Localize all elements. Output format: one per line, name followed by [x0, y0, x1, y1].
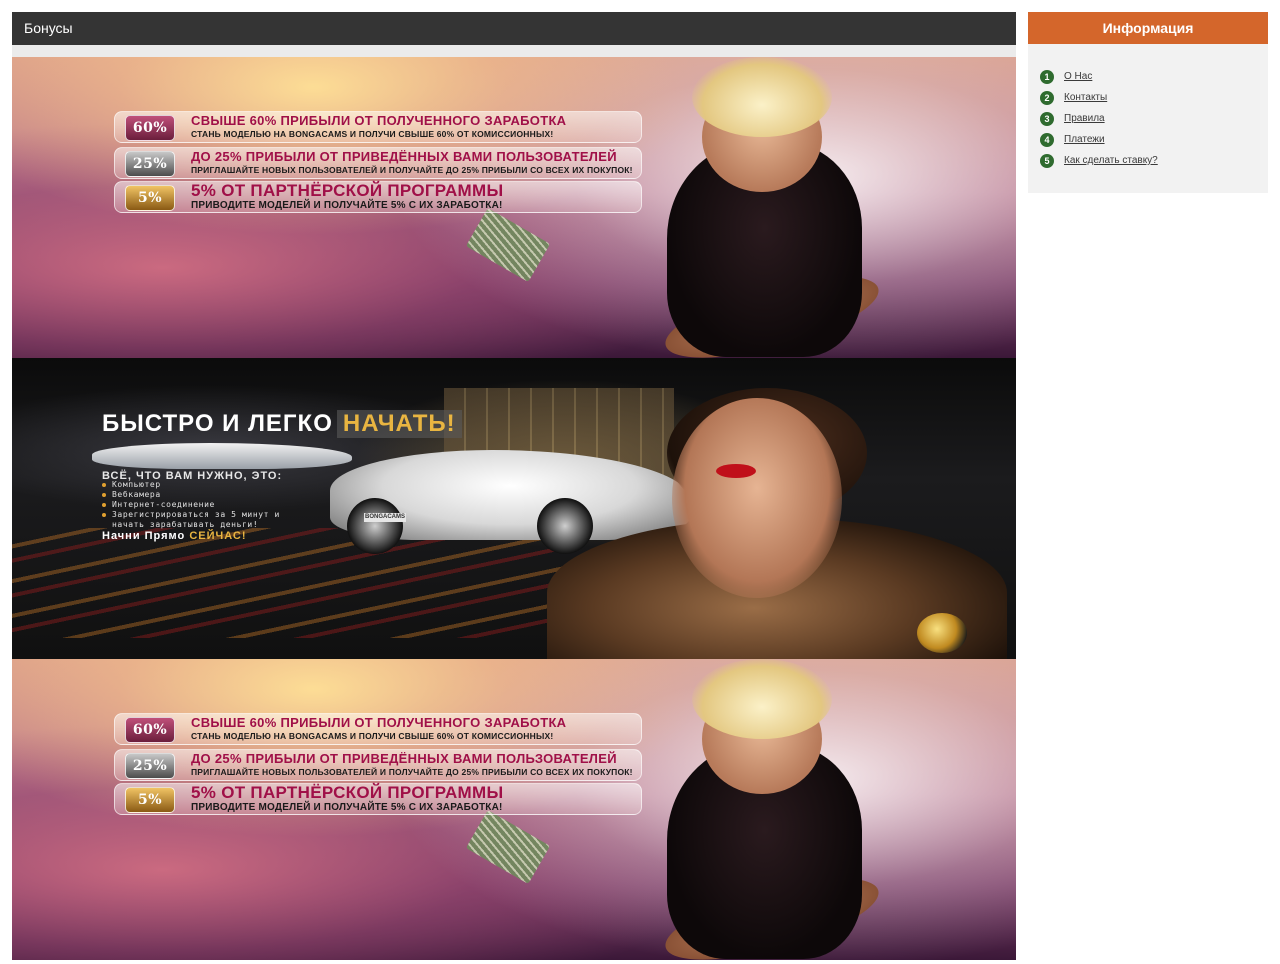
sidebar-item-about[interactable]: 1 О Нас [1040, 68, 1256, 85]
info-sidebar: Информация 1 О Нас 2 Контакты 3 Правила … [1028, 12, 1268, 193]
promo-row-title: СВЫШЕ 60% ПРИБЫЛИ ОТ ПОЛУЧЕННОГО ЗАРАБОТ… [191, 715, 567, 730]
sidebar-item-contacts[interactable]: 2 Контакты [1040, 89, 1256, 106]
model-image-hair [692, 659, 832, 739]
promo-row: 25% ДО 25% ПРИБЫЛИ ОТ ПРИВЕДЁННЫХ ВАМИ П… [114, 749, 642, 781]
start-cta-accent: СЕЙЧАС! [189, 530, 247, 542]
promo-row: 5% 5% ОТ ПАРТНЁРСКОЙ ПРОГРАММЫ ПРИВОДИТЕ… [114, 783, 642, 815]
promo-row-title: 5% ОТ ПАРТНЁРСКОЙ ПРОГРАММЫ [191, 783, 504, 802]
webcam-logo-icon [917, 613, 967, 653]
info-list: 1 О Нас 2 Контакты 3 Правила 4 Платежи 5… [1040, 68, 1256, 169]
jet-image [92, 443, 352, 469]
start-banner[interactable]: BONGACAMS БЫСТРО И ЛЕГКО НАЧАТЬ! ВСЁ, ЧТО… [12, 358, 1016, 659]
lady-image-lips [716, 464, 756, 478]
percent-badge: 60% [125, 115, 175, 141]
start-cta-main: Начни Прямо [102, 530, 186, 542]
main-column: Бонусы 60% СВЫШЕ 60% ПРИБЫЛИ ОТ ПОЛУЧЕНН… [12, 12, 1016, 960]
percent-badge: 25% [125, 151, 175, 177]
sidebar-link[interactable]: О Нас [1064, 71, 1092, 82]
header-divider [12, 45, 1016, 57]
sidebar-item-payments[interactable]: 4 Платежи [1040, 131, 1256, 148]
list-item: Интернет-соединение [100, 500, 280, 510]
promo-banner[interactable]: 60% СВЫШЕ 60% ПРИБЫЛИ ОТ ПОЛУЧЕННОГО ЗАР… [12, 659, 1016, 960]
requirements-list: Компьютер Вебкамера Интернет-соединение … [100, 480, 280, 530]
car-plate: BONGACAMS [364, 513, 406, 522]
promo-row-subtitle: ПРИВОДИТЕ МОДЕЛЕЙ И ПОЛУЧАЙТЕ 5% С ИХ ЗА… [191, 200, 503, 211]
sidebar-body: 1 О Нас 2 Контакты 3 Правила 4 Платежи 5… [1028, 44, 1268, 193]
promo-row-title: ДО 25% ПРИБЫЛИ ОТ ПРИВЕДЁННЫХ ВАМИ ПОЛЬЗ… [191, 751, 617, 766]
promo-row-title: СВЫШЕ 60% ПРИБЫЛИ ОТ ПОЛУЧЕННОГО ЗАРАБОТ… [191, 113, 567, 128]
promo-row: 60% СВЫШЕ 60% ПРИБЫЛИ ОТ ПОЛУЧЕННОГО ЗАР… [114, 713, 642, 745]
percent-badge: 25% [125, 753, 175, 779]
sidebar-link[interactable]: Как сделать ставку? [1064, 155, 1158, 166]
promo-row: 5% 5% ОТ ПАРТНЁРСКОЙ ПРОГРАММЫ ПРИВОДИТЕ… [114, 181, 642, 213]
list-item: Вебкамера [100, 490, 280, 500]
sidebar-link[interactable]: Платежи [1064, 134, 1105, 145]
number-bullet-icon: 5 [1040, 153, 1054, 168]
promo-row: 60% СВЫШЕ 60% ПРИБЫЛИ ОТ ПОЛУЧЕННОГО ЗАР… [114, 111, 642, 143]
sidebar-link[interactable]: Правила [1064, 113, 1105, 124]
car-wheel-image [537, 498, 593, 554]
model-image-hair [692, 57, 832, 137]
promo-row-subtitle: ПРИГЛАШАЙТЕ НОВЫХ ПОЛЬЗОВАТЕЛЕЙ И ПОЛУЧА… [191, 767, 633, 777]
percent-badge: 5% [125, 185, 175, 211]
list-item: Зарегистрироваться за 5 минут и [100, 510, 280, 520]
section-title: Бонусы [12, 12, 1016, 45]
list-item: Компьютер [100, 480, 280, 490]
start-title-main: БЫСТРО И ЛЕГКО [102, 410, 333, 437]
number-bullet-icon: 3 [1040, 111, 1054, 126]
sidebar-item-how-to-bet[interactable]: 5 Как сделать ставку? [1040, 152, 1256, 169]
promo-row-title: 5% ОТ ПАРТНЁРСКОЙ ПРОГРАММЫ [191, 181, 504, 200]
runway-stripes [12, 528, 572, 638]
promo-row-title: ДО 25% ПРИБЫЛИ ОТ ПРИВЕДЁННЫХ ВАМИ ПОЛЬЗ… [191, 149, 617, 164]
percent-badge: 60% [125, 717, 175, 743]
number-bullet-icon: 4 [1040, 132, 1054, 147]
promo-row-subtitle: СТАНЬ МОДЕЛЬЮ НА BONGACAMS И ПОЛУЧИ СВЫШ… [191, 731, 554, 741]
promo-row-subtitle: ПРИГЛАШАЙТЕ НОВЫХ ПОЛЬЗОВАТЕЛЕЙ И ПОЛУЧА… [191, 165, 633, 175]
sidebar-link[interactable]: Контакты [1064, 92, 1107, 103]
percent-badge: 5% [125, 787, 175, 813]
promo-row-subtitle: СТАНЬ МОДЕЛЬЮ НА BONGACAMS И ПОЛУЧИ СВЫШ… [191, 129, 554, 139]
promo-row: 25% ДО 25% ПРИБЫЛИ ОТ ПРИВЕДЁННЫХ ВАМИ П… [114, 147, 642, 179]
promo-banner[interactable]: 60% СВЫШЕ 60% ПРИБЫЛИ ОТ ПОЛУЧЕННОГО ЗАР… [12, 57, 1016, 358]
start-cta: Начни Прямо СЕЙЧАС! [102, 530, 247, 542]
sidebar-item-rules[interactable]: 3 Правила [1040, 110, 1256, 127]
promo-row-subtitle: ПРИВОДИТЕ МОДЕЛЕЙ И ПОЛУЧАЙТЕ 5% С ИХ ЗА… [191, 802, 503, 813]
sidebar-title: Информация [1028, 12, 1268, 44]
number-bullet-icon: 2 [1040, 90, 1054, 105]
lady-image-face [672, 398, 842, 598]
number-bullet-icon: 1 [1040, 69, 1054, 84]
money-image [465, 207, 551, 283]
money-image [465, 809, 551, 885]
car-wheel-image [347, 498, 403, 554]
start-title: БЫСТРО И ЛЕГКО НАЧАТЬ! [102, 410, 462, 438]
list-item: начать зарабатывать деньги! [112, 520, 259, 529]
start-title-accent: НАЧАТЬ! [336, 410, 462, 438]
